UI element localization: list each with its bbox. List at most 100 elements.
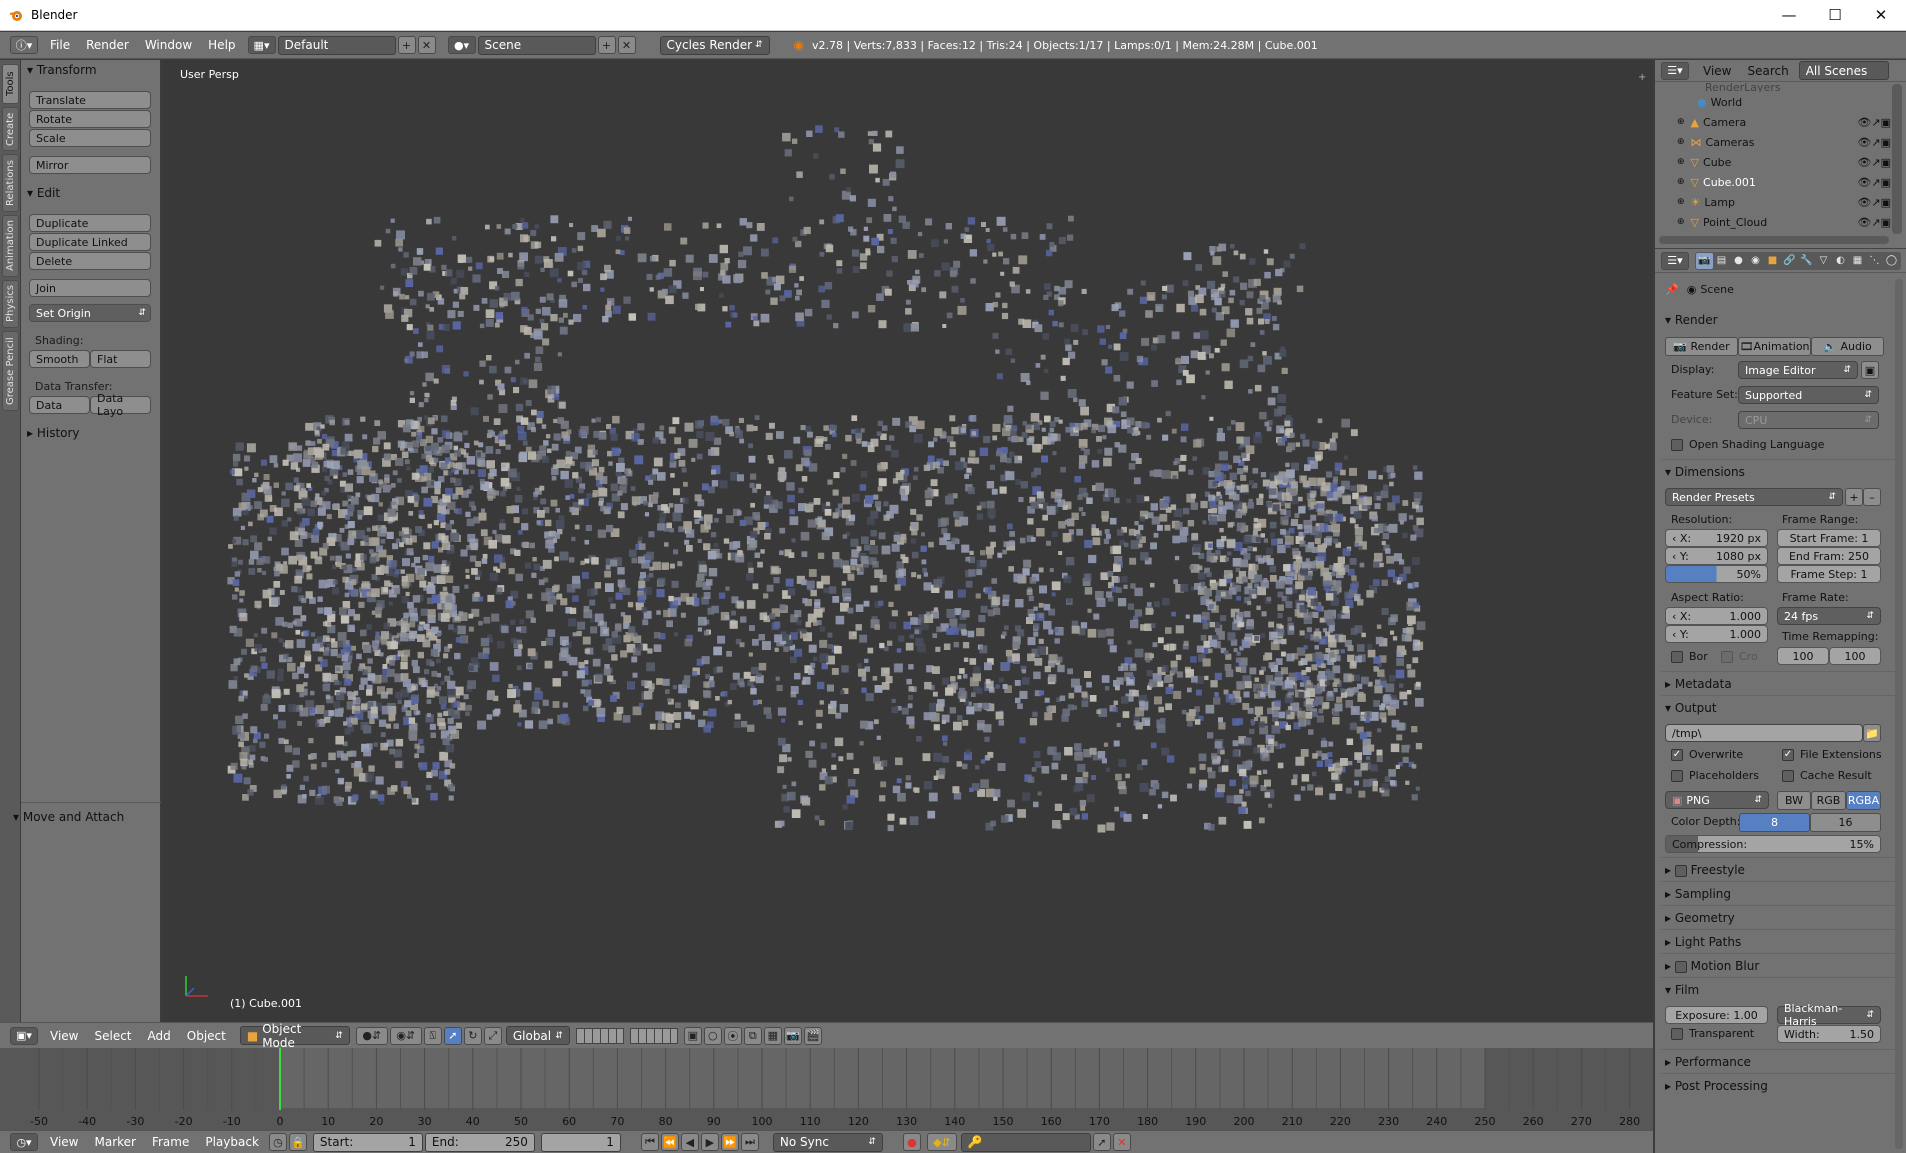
menu-playback[interactable]: Playback — [197, 1135, 267, 1149]
visibility-icons[interactable]: 👁↗▣ — [1857, 216, 1891, 229]
properties-scrollbar[interactable] — [1895, 279, 1903, 1149]
set-origin-select[interactable]: Set Origin ⇵ — [29, 304, 151, 322]
outliner-menu-view[interactable]: View — [1695, 64, 1739, 78]
material-tab-icon[interactable]: ◐ — [1832, 253, 1849, 269]
render-tab-icon[interactable]: 📷 — [1696, 252, 1713, 269]
rotate-manipulator-icon[interactable]: ↻ — [463, 1026, 482, 1045]
3d-viewport[interactable]: User Persp (1) Cube.001 + — [162, 60, 1653, 1022]
pin-icon[interactable]: 📌 — [1665, 283, 1679, 296]
mirror-button[interactable]: Mirror — [29, 156, 151, 174]
maximize-button[interactable]: ☐ — [1812, 0, 1858, 30]
motion-blur-panel-header[interactable]: ▸ Motion Blur — [1665, 959, 1759, 973]
resolution-x-field[interactable]: ‹ X: 1920 px — [1665, 529, 1768, 547]
render-anim-opengl-icon[interactable]: 🎬 — [803, 1026, 822, 1045]
remap-old-field[interactable]: 100 — [1777, 647, 1829, 665]
menu-help[interactable]: Help — [200, 38, 243, 52]
render-presets-select[interactable]: Render Presets ⇵ — [1665, 488, 1843, 506]
outliner-item-cube[interactable]: ⊕ ▽ Cube 👁↗▣ — [1655, 152, 1891, 172]
lock-layers-icon[interactable]: ▣ — [683, 1026, 702, 1045]
snap-toggle-icon[interactable]: ⦿ — [723, 1026, 742, 1045]
aspect-x-field[interactable]: ‹ X: 1.000 — [1665, 607, 1768, 625]
jump-key-back-icon[interactable]: ⏪ — [660, 1133, 679, 1151]
viewport-shading-icon[interactable]: ●⇵ — [355, 1026, 388, 1045]
pivot-point-icon[interactable]: ◉⇵ — [389, 1026, 422, 1045]
outliner-filter-select[interactable]: All Scenes — [1798, 61, 1889, 80]
device-select[interactable]: CPU ⇵ — [1738, 411, 1879, 429]
render-layers-tab-icon[interactable]: ▤ — [1713, 253, 1730, 269]
transform-panel-header[interactable]: ▾ Transform — [27, 63, 97, 77]
visibility-icons[interactable]: 👁↗▣ — [1857, 136, 1891, 149]
join-button[interactable]: Join — [29, 279, 151, 297]
layers-group-1-icon[interactable] — [575, 1027, 624, 1044]
render-opengl-icon[interactable]: 📷 — [783, 1026, 802, 1045]
aspect-y-field[interactable]: ‹ Y: 1.000 — [1665, 625, 1768, 643]
depth-16-button[interactable]: 16 — [1810, 813, 1881, 832]
geometry-panel-header[interactable]: ▸ Geometry — [1665, 911, 1735, 925]
sampling-panel-header[interactable]: ▸ Sampling — [1665, 887, 1731, 901]
frame-step-field[interactable]: Frame Step: 1 — [1777, 565, 1881, 583]
tab-physics[interactable]: Physics — [2, 280, 19, 328]
tab-tools[interactable]: Tools — [2, 64, 19, 104]
resolution-percent-slider[interactable]: 50% — [1665, 565, 1768, 583]
osl-checkbox[interactable] — [1671, 439, 1683, 451]
keying-set-field[interactable]: 🔑 — [960, 1132, 1091, 1152]
menu-view[interactable]: View — [42, 1029, 86, 1043]
render-button[interactable]: 📷 Render — [1665, 337, 1738, 356]
feature-set-select[interactable]: Supported ⇵ — [1738, 386, 1879, 404]
exposure-field[interactable]: Exposure: 1.00 — [1665, 1006, 1768, 1024]
manipulator-toggle-icon[interactable]: ⍂ — [423, 1026, 442, 1045]
keying-icon[interactable]: ◆⇵ — [926, 1133, 957, 1151]
border-checkbox[interactable] — [1671, 651, 1683, 663]
layout-add-icon[interactable]: + — [397, 36, 416, 54]
snap-element-icon[interactable]: ⧉ — [743, 1026, 762, 1045]
scale-manipulator-icon[interactable]: ⤢ — [483, 1026, 502, 1045]
outliner-item-renderlayers[interactable]: RenderLayers — [1655, 82, 1891, 92]
editor-type-outliner-icon[interactable]: ☰▾ — [1661, 61, 1689, 80]
texture-tab-icon[interactable]: ▦ — [1849, 253, 1866, 269]
post-processing-panel-header[interactable]: ▸ Post Processing — [1665, 1079, 1768, 1093]
color-bw-button[interactable]: BW — [1777, 791, 1811, 810]
modifiers-tab-icon[interactable]: 🔧 — [1798, 253, 1815, 269]
start-frame-prop-field[interactable]: Start Frame: 1 — [1777, 529, 1881, 547]
tab-create[interactable]: Create — [2, 107, 19, 151]
jump-end-icon[interactable]: ⏭ — [740, 1133, 759, 1151]
outliner-h-scrollbar[interactable] — [1659, 236, 1889, 244]
menu-render[interactable]: Render — [78, 38, 137, 52]
remove-preset-icon[interactable]: – — [1863, 488, 1881, 506]
edit-panel-header[interactable]: ▾ Edit — [27, 186, 60, 200]
proportional-edit-icon[interactable]: ○ — [703, 1026, 722, 1045]
animation-button[interactable]: 🎞 Animation — [1738, 337, 1811, 356]
play-reverse-icon[interactable]: ◀ — [680, 1133, 699, 1151]
overwrite-checkbox[interactable]: ✓ — [1671, 749, 1683, 761]
scene-field[interactable]: Scene — [477, 35, 596, 55]
outliner-menu-search[interactable]: Search — [1739, 64, 1796, 78]
placeholders-checkbox[interactable] — [1671, 770, 1683, 782]
menu-select[interactable]: Select — [86, 1029, 139, 1043]
visibility-icons[interactable]: 👁↗▣ — [1857, 196, 1891, 209]
current-frame-field[interactable]: 1 — [540, 1132, 621, 1152]
file-format-select[interactable]: ▣ PNG ⇵ — [1665, 791, 1769, 809]
duplicate-button[interactable]: Duplicate — [29, 214, 151, 232]
color-rgb-button[interactable]: RGB — [1811, 791, 1846, 810]
layout-field[interactable]: Default — [277, 35, 396, 55]
freestyle-checkbox[interactable] — [1674, 864, 1687, 877]
add-preset-icon[interactable]: + — [1845, 488, 1863, 506]
editor-type-3d-icon[interactable]: ▣▾ — [10, 1026, 38, 1045]
outliner-item-camera[interactable]: ⊕ ▲ Camera 👁↗▣ — [1655, 112, 1891, 132]
translate-manipulator-icon[interactable]: ➚ — [443, 1026, 462, 1045]
freestyle-panel-header[interactable]: ▸ Freestyle — [1665, 863, 1745, 877]
color-rgba-button[interactable]: RGBA — [1846, 791, 1881, 810]
motion-blur-checkbox[interactable] — [1674, 960, 1687, 973]
dimensions-panel-header[interactable]: ▾ Dimensions — [1665, 465, 1745, 479]
film-panel-header[interactable]: ▾ Film — [1665, 983, 1699, 997]
jump-start-icon[interactable]: ⏮ — [640, 1133, 659, 1151]
rotate-button[interactable]: Rotate — [29, 110, 151, 128]
delete-keyframe-icon[interactable]: ✕ — [1112, 1133, 1131, 1151]
duplicate-linked-button[interactable]: Duplicate Linked — [29, 233, 151, 251]
render-panel-header[interactable]: ▾ Render — [1665, 313, 1718, 327]
scene-icon[interactable]: ●▾ — [447, 36, 476, 54]
move-attach-panel-header[interactable]: ▾ Move and Attach — [13, 810, 124, 824]
outliner-scrollbar[interactable] — [1892, 84, 1902, 234]
tab-grease-pencil[interactable]: Grease Pencil — [2, 331, 19, 411]
translate-button[interactable]: Translate — [29, 91, 151, 109]
